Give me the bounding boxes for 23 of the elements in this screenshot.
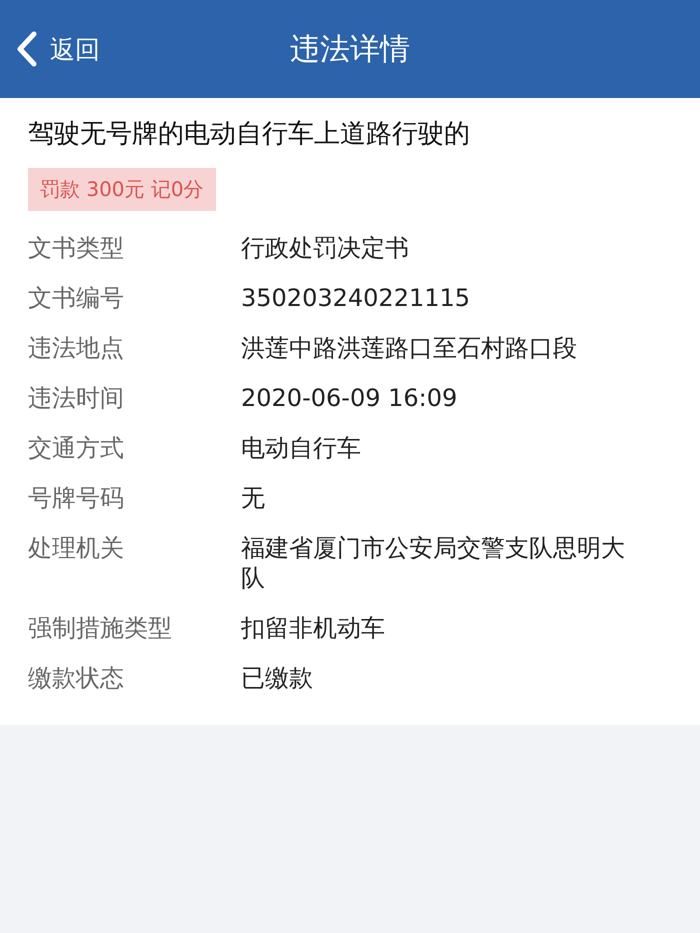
field-label: 处理机关: [28, 533, 125, 564]
violation-title: 驾驶无号牌的电动自行车上道路行驶的: [28, 118, 471, 150]
back-button[interactable]: 返回: [0, 31, 100, 67]
field-label: 违法地点: [28, 333, 125, 363]
field-label: 强制措施类型: [28, 613, 173, 643]
field-value: 扣留非机动车: [241, 613, 386, 643]
field-value: 福建省厦门市公安局交警支队思明大队: [241, 533, 626, 593]
field-label: 交通方式: [28, 433, 125, 463]
field-value: 无: [241, 483, 266, 513]
field-value: 电动自行车: [241, 433, 362, 463]
field-value: 已缴款: [241, 663, 314, 693]
field-value: 行政处罚决定书: [241, 233, 410, 263]
field-value: 350203240221115: [241, 283, 472, 313]
field-label: 文书类型: [28, 233, 125, 263]
field-label: 号牌号码: [28, 483, 125, 513]
field-value: 2020-06-09 16:09: [241, 383, 458, 413]
penalty-tag: 罚款 300元 记0分: [28, 168, 216, 211]
back-icon: [16, 31, 38, 67]
field-label: 缴款状态: [28, 663, 125, 693]
page-title: 违法详情: [290, 30, 410, 68]
field-value: 洪莲中路洪莲路口至石村路口段: [241, 333, 578, 363]
field-label: 文书编号: [28, 283, 125, 313]
field-label: 违法时间: [28, 383, 125, 413]
